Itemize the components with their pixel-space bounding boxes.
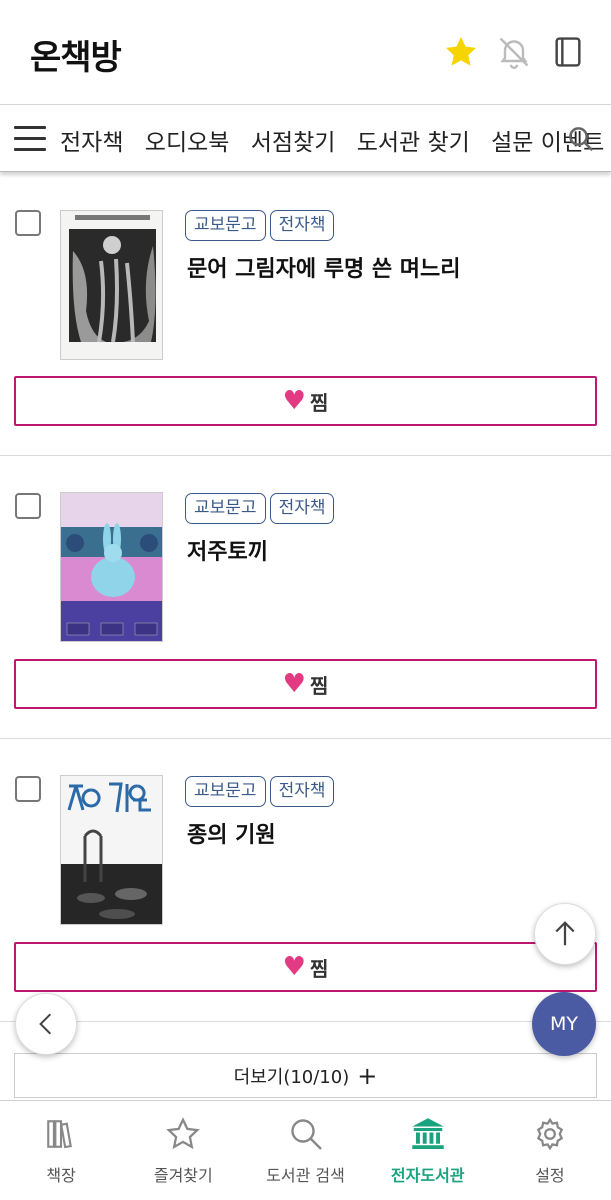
heart-icon: ♥	[282, 952, 306, 982]
gear-icon	[532, 1115, 568, 1153]
book-cover-image[interactable]	[60, 492, 163, 642]
app-header: 온책방	[0, 0, 611, 105]
book-title[interactable]: 저주토끼	[187, 534, 268, 566]
book-item: 교보문고 전자책 종의 기원 ♥ 찜	[0, 739, 611, 1022]
arrow-up-icon	[555, 921, 575, 946]
wish-label: 찜	[309, 673, 329, 698]
tab-e-library[interactable]: 전자도서관	[367, 1101, 489, 1200]
tab-label: 도서관 검색	[266, 1166, 345, 1185]
book-checkbox[interactable]	[15, 776, 41, 802]
book-icon[interactable]	[548, 32, 588, 72]
wish-button[interactable]: ♥ 찜	[14, 659, 597, 709]
source-tag: 교보문고	[185, 493, 266, 524]
menu-icon[interactable]	[14, 126, 46, 152]
bottom-tab-bar: 책장 즐겨찾기 도서관 검색 전자도서관 설정	[0, 1100, 611, 1200]
source-tag: 교보문고	[185, 210, 266, 241]
bell-off-icon[interactable]	[494, 32, 534, 72]
book-title[interactable]: 문어 그림자에 루명 쓴 며느리	[187, 251, 461, 283]
search-icon	[288, 1115, 324, 1153]
book-tags: 교보문고 전자책	[185, 493, 335, 524]
scroll-top-button[interactable]	[534, 903, 596, 965]
tab-label: 책장	[46, 1166, 76, 1185]
category-nav: 전자책 오디오북 서점찾기 도서관 찾기 설문 이벤트	[0, 106, 611, 172]
tab-label: 설정	[535, 1166, 565, 1185]
star-outline-icon	[165, 1115, 201, 1153]
book-title[interactable]: 종의 기원	[187, 817, 276, 849]
wish-button[interactable]: ♥ 찜	[14, 376, 597, 426]
load-more-label: 더보기(10/10)	[233, 1066, 350, 1088]
format-tag: 전자책	[269, 210, 335, 241]
star-icon[interactable]	[441, 32, 481, 72]
my-button[interactable]: MY	[532, 992, 596, 1056]
book-checkbox[interactable]	[15, 210, 41, 236]
book-cover-image[interactable]	[60, 210, 163, 360]
nav-search-icon[interactable]	[566, 124, 596, 158]
tab-library-search[interactable]: 도서관 검색	[244, 1101, 366, 1200]
heart-icon: ♥	[282, 386, 306, 416]
book-item: 교보문고 전자책 문어 그림자에 루명 쓴 며느리 ♥ 찜	[0, 173, 611, 456]
nav-item-find-library[interactable]: 도서관 찾기	[357, 130, 470, 156]
book-tags: 교보문고 전자책	[185, 776, 335, 807]
nav-item-ebook[interactable]: 전자책	[60, 130, 123, 156]
tab-bookshelf[interactable]: 책장	[0, 1101, 122, 1200]
heart-icon: ♥	[282, 669, 306, 699]
app-title: 온책방	[30, 38, 122, 78]
bookshelf-icon	[44, 1115, 78, 1153]
chevron-left-icon	[39, 1013, 52, 1035]
plus-icon: +	[357, 1061, 378, 1090]
book-item: 교보문고 전자책 저주토끼 ♥ 찜	[0, 456, 611, 739]
tab-favorites[interactable]: 즐겨찾기	[122, 1101, 244, 1200]
source-tag: 교보문고	[185, 776, 266, 807]
book-checkbox[interactable]	[15, 493, 41, 519]
tab-settings[interactable]: 설정	[489, 1101, 611, 1200]
book-tags: 교보문고 전자책	[185, 210, 335, 241]
format-tag: 전자책	[269, 776, 335, 807]
library-icon	[409, 1115, 447, 1153]
tab-label: 즐겨찾기	[153, 1166, 213, 1185]
nav-items: 전자책 오디오북 서점찾기 도서관 찾기 설문 이벤트	[60, 123, 611, 157]
nav-item-audiobook[interactable]: 오디오북	[145, 130, 230, 156]
book-cover-image[interactable]	[60, 775, 163, 925]
load-more-button[interactable]: 더보기(10/10) +	[14, 1053, 597, 1098]
back-button[interactable]	[15, 993, 77, 1055]
tab-label: 전자도서관	[390, 1166, 465, 1185]
wish-label: 찜	[309, 390, 329, 415]
nav-item-find-bookstore[interactable]: 서점찾기	[251, 130, 336, 156]
wish-label: 찜	[309, 956, 329, 981]
format-tag: 전자책	[269, 493, 335, 524]
wish-button[interactable]: ♥ 찜	[14, 942, 597, 992]
